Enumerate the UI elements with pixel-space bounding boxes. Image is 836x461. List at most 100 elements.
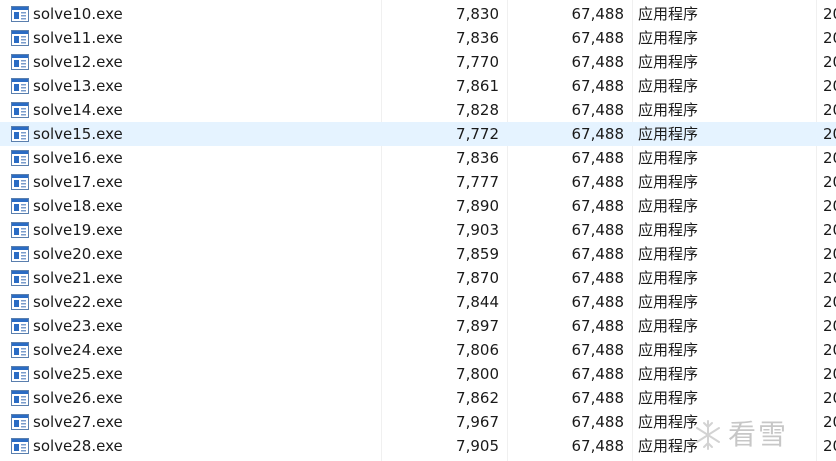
file-row[interactable]: solve11.exe 7,836 67,488 应用程序 20	[0, 26, 836, 50]
file-row[interactable]: solve21.exe 7,870 67,488 应用程序 20	[0, 266, 836, 290]
file-size-1: 7,830	[456, 5, 499, 23]
file-type: 应用程序	[638, 245, 699, 263]
file-type: 应用程序	[638, 197, 699, 215]
file-type: 应用程序	[638, 269, 699, 287]
file-name: solve21.exe	[33, 269, 123, 287]
file-size-1: 7,890	[456, 197, 499, 215]
file-date: 20	[823, 389, 836, 407]
file-date: 20	[823, 221, 836, 239]
file-name: solve19.exe	[33, 221, 123, 239]
file-type: 应用程序	[638, 125, 699, 143]
file-size-2: 67,488	[571, 77, 625, 95]
exe-application-icon	[11, 198, 29, 214]
file-row[interactable]: solve17.exe 7,777 67,488 应用程序 20	[0, 170, 836, 194]
file-row[interactable]: solve16.exe 7,836 67,488 应用程序 20	[0, 146, 836, 170]
exe-application-icon	[11, 126, 29, 142]
file-type: 应用程序	[638, 101, 699, 119]
file-size-1: 7,862	[456, 389, 499, 407]
file-size-2: 67,488	[571, 413, 625, 431]
file-name: solve12.exe	[33, 53, 123, 71]
exe-application-icon	[11, 6, 29, 22]
file-row[interactable]: solve13.exe 7,861 67,488 应用程序 20	[0, 74, 836, 98]
file-size-1: 7,859	[456, 245, 499, 263]
file-size-2: 67,488	[571, 173, 625, 191]
file-size-1: 7,777	[456, 173, 499, 191]
file-date: 20	[823, 149, 836, 167]
file-size-1: 7,772	[456, 125, 499, 143]
file-row[interactable]: solve24.exe 7,806 67,488 应用程序 20	[0, 338, 836, 362]
file-row[interactable]: solve19.exe 7,903 67,488 应用程序 20	[0, 218, 836, 242]
file-type: 应用程序	[638, 389, 699, 407]
exe-application-icon	[11, 30, 29, 46]
file-row-selected[interactable]: solve15.exe 7,772 67,488 应用程序 20	[0, 122, 836, 146]
file-name: solve14.exe	[33, 101, 123, 119]
file-name: solve22.exe	[33, 293, 123, 311]
file-size-2: 67,488	[571, 221, 625, 239]
file-size-2: 67,488	[571, 293, 625, 311]
file-size-2: 67,488	[571, 149, 625, 167]
file-type: 应用程序	[638, 77, 699, 95]
file-date: 20	[823, 5, 836, 23]
file-size-1: 7,828	[456, 101, 499, 119]
exe-application-icon	[11, 78, 29, 94]
file-size-2: 67,488	[571, 53, 625, 71]
exe-application-icon	[11, 150, 29, 166]
watermark: 看雪	[694, 414, 814, 458]
file-name: solve28.exe	[33, 437, 123, 455]
file-date: 20	[823, 101, 836, 119]
file-name: solve20.exe	[33, 245, 123, 263]
file-date: 20	[823, 293, 836, 311]
file-type: 应用程序	[638, 221, 699, 239]
file-row[interactable]: solve12.exe 7,770 67,488 应用程序 20	[0, 50, 836, 74]
file-name: solve27.exe	[33, 413, 123, 431]
file-date: 20	[823, 437, 836, 455]
file-date: 20	[823, 317, 836, 335]
exe-application-icon	[11, 270, 29, 286]
file-date: 20	[823, 125, 836, 143]
file-row[interactable]: solve18.exe 7,890 67,488 应用程序 20	[0, 194, 836, 218]
file-list: solve10.exe 7,830 67,488 应用程序 20 solve11…	[0, 2, 836, 458]
file-type: 应用程序	[638, 29, 699, 47]
file-name: solve23.exe	[33, 317, 123, 335]
file-size-1: 7,905	[456, 437, 499, 455]
file-type: 应用程序	[638, 317, 699, 335]
file-row[interactable]: solve22.exe 7,844 67,488 应用程序 20	[0, 290, 836, 314]
file-name: solve15.exe	[33, 125, 123, 143]
exe-application-icon	[11, 342, 29, 358]
file-name: solve11.exe	[33, 29, 123, 47]
file-type: 应用程序	[638, 173, 699, 191]
file-row[interactable]: solve25.exe 7,800 67,488 应用程序 20	[0, 362, 836, 386]
file-date: 20	[823, 365, 836, 383]
file-date: 20	[823, 341, 836, 359]
exe-application-icon	[11, 390, 29, 406]
file-row[interactable]: solve26.exe 7,862 67,488 应用程序 20	[0, 386, 836, 410]
file-type: 应用程序	[638, 5, 699, 23]
file-name: solve10.exe	[33, 5, 123, 23]
file-name: solve17.exe	[33, 173, 123, 191]
file-name: solve13.exe	[33, 77, 123, 95]
file-type: 应用程序	[638, 53, 699, 71]
file-row[interactable]: solve10.exe 7,830 67,488 应用程序 20	[0, 2, 836, 26]
exe-application-icon	[11, 318, 29, 334]
file-date: 20	[823, 413, 836, 431]
file-type: 应用程序	[638, 293, 699, 311]
file-name: solve24.exe	[33, 341, 123, 359]
file-size-1: 7,897	[456, 317, 499, 335]
file-size-1: 7,770	[456, 53, 499, 71]
file-size-1: 7,844	[456, 293, 499, 311]
file-row[interactable]: solve14.exe 7,828 67,488 应用程序 20	[0, 98, 836, 122]
file-row[interactable]: solve20.exe 7,859 67,488 应用程序 20	[0, 242, 836, 266]
file-size-2: 67,488	[571, 269, 625, 287]
exe-application-icon	[11, 414, 29, 430]
exe-application-icon	[11, 294, 29, 310]
exe-application-icon	[11, 222, 29, 238]
snowflake-logo-icon	[696, 420, 720, 450]
watermark-text: 看雪	[728, 418, 789, 451]
exe-application-icon	[11, 366, 29, 382]
file-type: 应用程序	[638, 365, 699, 383]
file-size-2: 67,488	[571, 317, 625, 335]
file-date: 20	[823, 269, 836, 287]
file-row[interactable]: solve23.exe 7,897 67,488 应用程序 20	[0, 314, 836, 338]
file-size-2: 67,488	[571, 245, 625, 263]
file-size-1: 7,806	[456, 341, 499, 359]
